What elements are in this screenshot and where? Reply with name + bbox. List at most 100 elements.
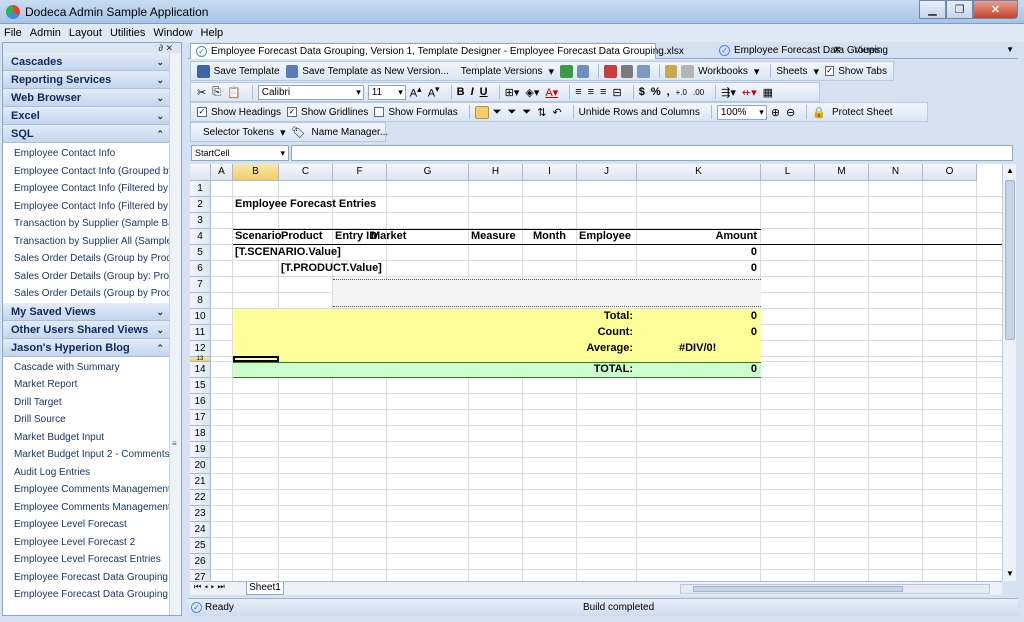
sidebar-item[interactable]: Sales Order Details (Group by Prod... <box>3 250 169 268</box>
menu-window[interactable]: Window <box>153 27 192 39</box>
cell-h-product[interactable]: Product <box>281 230 323 242</box>
sidebar-item[interactable]: Drill Source <box>3 411 169 429</box>
row-header[interactable]: 1 <box>190 181 211 197</box>
sidebar-item[interactable]: Employee Level Forecast <box>3 516 169 534</box>
row-header[interactable]: 14 <box>190 362 211 378</box>
sidebar-item[interactable]: Audit Log Entries <box>3 464 169 482</box>
cell-h-market[interactable]: Market <box>371 230 406 242</box>
show-tabs-checkbox[interactable]: ✓ <box>825 66 835 76</box>
menu-utilities[interactable]: Utilities <box>110 27 145 39</box>
bold-button[interactable]: B <box>457 86 465 98</box>
row-header[interactable]: 22 <box>190 490 211 506</box>
workbook-close-icon[interactable] <box>681 64 695 78</box>
freeze-panes-icon[interactable] <box>474 105 489 119</box>
row-header[interactable]: 27 <box>190 570 211 581</box>
sidebar-item[interactable]: Cascade with Summary <box>3 359 169 377</box>
font-family-select[interactable]: Calibri <box>257 84 364 100</box>
cell-avg-label[interactable]: Average: <box>577 342 633 354</box>
cell-product-token[interactable]: [T.PRODUCT.Value] <box>281 262 382 274</box>
row-header[interactable]: 17 <box>190 410 211 426</box>
show-headings-checkbox[interactable]: ✓ <box>197 107 207 117</box>
template-versions-dropdown[interactable]: Template Versions <box>461 66 543 77</box>
shrink-font-icon[interactable]: A▾ <box>428 84 440 100</box>
tab-employee-forecast[interactable]: ✓ Employee Forecast Data Grouping <box>714 43 888 59</box>
align-center-icon[interactable]: ≡ <box>588 86 594 98</box>
column-header[interactable]: F <box>333 164 387 181</box>
menu-admin[interactable]: Admin <box>30 27 61 39</box>
grow-font-icon[interactable]: A▴ <box>410 84 422 100</box>
row-header[interactable]: 11 <box>190 325 211 341</box>
copy-icon[interactable]: ⎘ <box>212 86 221 99</box>
sidebar-item[interactable]: Employee Comments Management... <box>3 481 169 499</box>
cell-count-label[interactable]: Count: <box>577 326 633 338</box>
decrease-decimal-icon[interactable]: .00 <box>693 88 704 97</box>
sidebar-item[interactable]: Employee Comments Management <box>3 499 169 517</box>
scroll-thumb[interactable] <box>693 586 903 592</box>
align-right-icon[interactable]: ≡ <box>600 86 606 98</box>
sidebar-section-header[interactable]: Reporting Services ⌄ <box>3 71 169 89</box>
row-header[interactable]: 3 <box>190 213 211 229</box>
cell-h-amount[interactable]: Amount <box>637 230 757 242</box>
column-header[interactable]: O <box>923 164 977 181</box>
sheets-dropdown[interactable]: Sheets <box>776 66 807 77</box>
chevron-down-icon[interactable]: ⌄ <box>156 107 164 125</box>
zoom-out-icon[interactable]: ⊖ <box>786 106 795 119</box>
fill-color-icon[interactable]: ◈▾ <box>525 86 539 99</box>
chevron-down-icon[interactable]: ⌄ <box>156 71 164 89</box>
sidebar-item[interactable]: Employee Contact Info <box>3 145 169 163</box>
delete-icon[interactable] <box>604 64 617 78</box>
sidebar-section-header[interactable]: Web Browser ⌄ <box>3 89 169 107</box>
column-header[interactable]: L <box>761 164 815 181</box>
column-header[interactable]: J <box>577 164 637 181</box>
sidebar-section-header[interactable]: Cascades ⌄ <box>3 53 169 71</box>
sidebar-item[interactable]: Employee Forecast Data Grouping 2 <box>3 586 169 604</box>
sidebar-item[interactable]: Sales Order Details (Group by: Prod... <box>3 268 169 286</box>
sort-icon[interactable]: ⇅ <box>537 106 546 119</box>
row-header[interactable]: 2 <box>190 197 211 213</box>
cell-grand-value[interactable]: 0 <box>637 363 757 375</box>
sidebar-item[interactable]: Employee Forecast Data Grouping <box>3 569 169 587</box>
sheet-navigation-icons[interactable]: ⏮◂▸⏭ <box>194 582 228 592</box>
scroll-down-icon[interactable]: ▼ <box>1003 567 1017 581</box>
copy-sheet-icon[interactable] <box>576 64 590 78</box>
vertical-scrollbar[interactable]: ▲ ▼ <box>1002 164 1016 581</box>
workbook-icon[interactable] <box>664 64 678 78</box>
borders-icon[interactable]: ⊞▾ <box>505 86 520 99</box>
workbooks-dropdown[interactable]: Workbooks <box>698 66 748 77</box>
sidebar-item[interactable]: Transaction by Supplier All (Sample... <box>3 233 169 251</box>
paste-icon[interactable]: 📋 <box>227 86 241 99</box>
excel-icon[interactable] <box>560 64 573 78</box>
column-header[interactable]: G <box>387 164 469 181</box>
sidebar-section-header[interactable]: SQL ⌃ <box>3 125 169 143</box>
chevron-down-icon[interactable]: ▾ <box>754 65 760 78</box>
show-gridlines-checkbox[interactable]: ✓ <box>287 107 298 117</box>
chevron-up-icon[interactable]: ⌃ <box>156 125 164 143</box>
row-header[interactable]: 15 <box>190 378 211 394</box>
column-header[interactable]: C <box>279 164 333 181</box>
cell-scenario-token[interactable]: [T.SCENARIO.Value] <box>235 246 341 258</box>
increase-decimal-icon[interactable]: +.0 <box>676 88 687 97</box>
font-color-icon[interactable]: A▾ <box>545 86 558 99</box>
sheet-tab-sheet1[interactable]: Sheet1 <box>246 582 284 595</box>
sidebar-item[interactable]: Market Budget Input 2 - Comments <box>3 446 169 464</box>
sidebar-item[interactable]: Transaction by Supplier (Sample Ba... <box>3 215 169 233</box>
row-header[interactable]: 23 <box>190 506 211 522</box>
row-header[interactable]: 10 <box>190 309 211 325</box>
delete-cells-icon[interactable]: ⇷▾ <box>742 86 757 99</box>
currency-format-button[interactable]: $ <box>639 86 645 98</box>
zoom-select[interactable]: 100% <box>716 104 767 120</box>
chevron-down-icon[interactable]: ▾ <box>280 126 286 139</box>
percent-format-button[interactable]: % <box>651 86 661 98</box>
unhide-rows-columns-button[interactable]: Unhide Rows and Columns <box>579 107 700 118</box>
splitter-grip-icon[interactable]: ≡ <box>172 439 177 448</box>
print-preview-icon[interactable] <box>637 64 650 78</box>
zoom-in-icon[interactable]: ⊕ <box>771 106 780 119</box>
sidebar-scrollbar[interactable]: ≡ <box>169 53 181 615</box>
column-header[interactable]: N <box>869 164 923 181</box>
maximize-button[interactable]: ❐ <box>946 0 973 19</box>
sidebar-section-header[interactable]: My Saved Views ⌄ <box>3 302 169 321</box>
column-header[interactable]: K <box>637 164 761 181</box>
underline-button[interactable]: U <box>480 86 488 98</box>
cut-icon[interactable]: ✂ <box>197 86 206 99</box>
cell-count-value[interactable]: 0 <box>637 326 757 338</box>
